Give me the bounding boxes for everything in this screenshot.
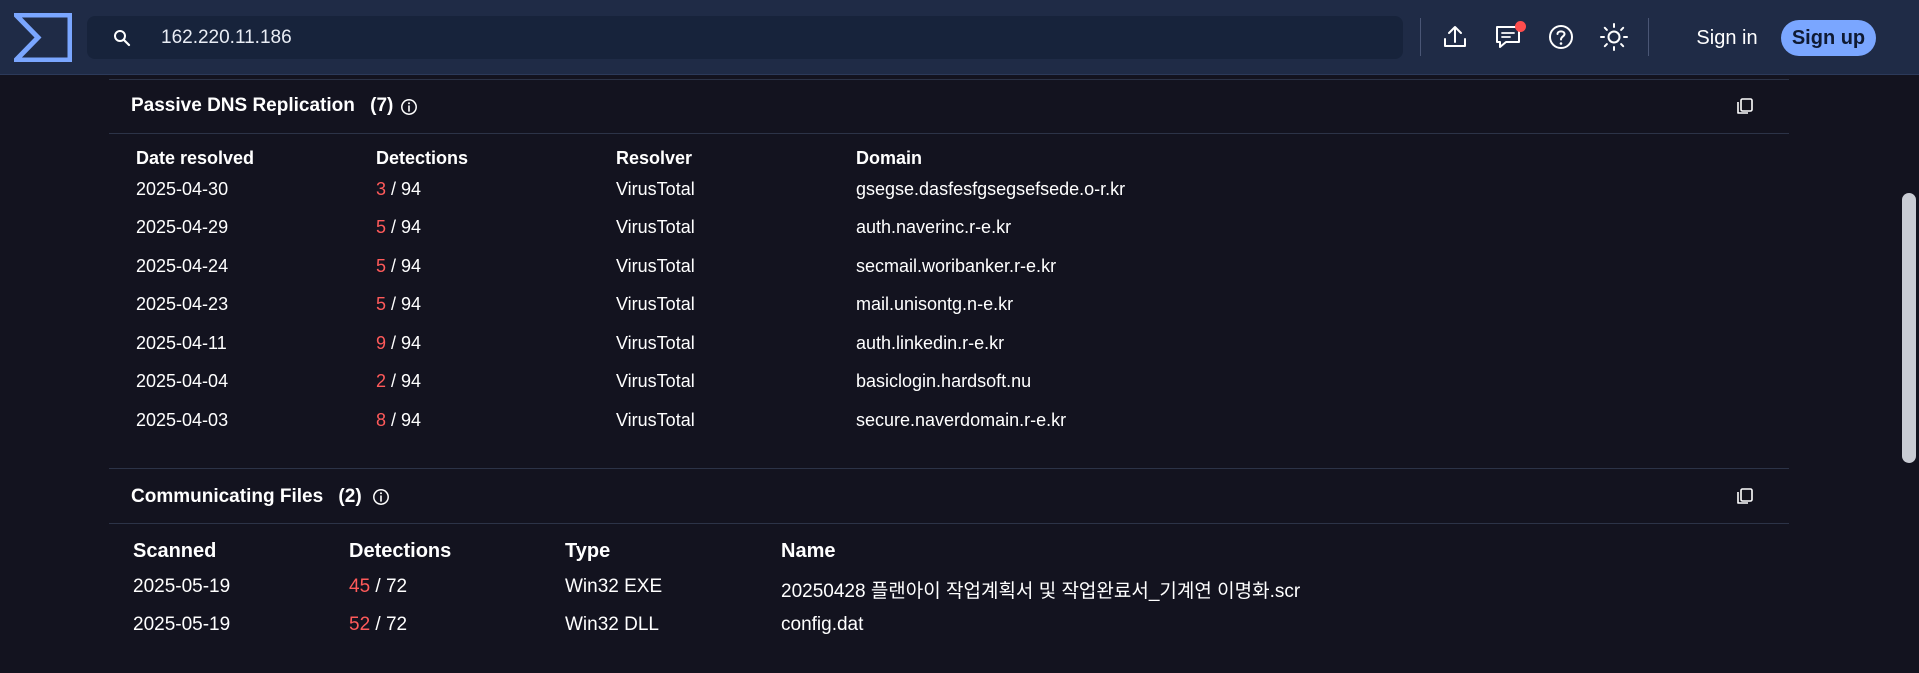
resolver-cell: VirusTotal — [616, 256, 695, 276]
scanned-cell: 2025-05-19 — [133, 576, 231, 597]
file-name-link[interactable]: config.dat — [781, 614, 863, 636]
table-row: 2025-04-03 8 / 94 VirusTotal secure.nave… — [0, 410, 1919, 440]
detections-cell[interactable]: 52 / 72 — [349, 614, 407, 636]
section-title-text: Communicating Files — [131, 486, 324, 507]
domain-link[interactable]: gsegse.dasfesfgsegsefsede.o-r.kr — [856, 179, 1125, 200]
date-cell: 2025-04-24 — [136, 256, 229, 276]
detections-cell[interactable]: 3 / 94 — [376, 179, 421, 200]
scanned-cell: 2025-05-19 — [133, 614, 231, 635]
resolver-cell: VirusTotal — [616, 294, 695, 314]
file-name-link[interactable]: 20250428 플랜아이 작업계획서 및 작업완료서_기계연 이명화.scr — [781, 576, 1300, 603]
table-row: 2025-04-04 2 / 94 VirusTotal basiclogin.… — [0, 371, 1919, 401]
resolver-cell: VirusTotal — [616, 410, 695, 430]
search-bar[interactable] — [87, 16, 1403, 59]
detection-total: / 94 — [391, 371, 422, 391]
detection-total: / 94 — [391, 256, 422, 276]
section-title-text: Passive DNS Replication — [131, 95, 355, 116]
scrollbar-thumb[interactable] — [1902, 193, 1916, 463]
resolver-cell: VirusTotal — [616, 371, 695, 391]
upload-icon[interactable] — [1439, 21, 1471, 53]
help-icon[interactable] — [1545, 21, 1577, 53]
toolbar-divider — [1420, 18, 1421, 56]
section-divider — [109, 468, 1789, 469]
passive-dns-title: Passive DNS Replication (7) — [131, 95, 393, 117]
notification-dot — [1515, 21, 1526, 32]
communicating-files-title: Communicating Files (2) — [131, 486, 362, 508]
detections-cell[interactable]: 5 / 94 — [376, 294, 421, 315]
copy-icon[interactable] — [1736, 97, 1754, 115]
section-count: (2) — [338, 486, 362, 507]
column-header: Domain — [856, 148, 923, 168]
detection-total: / 72 — [375, 614, 408, 635]
detection-count: 3 — [376, 179, 387, 199]
detection-total: / 94 — [391, 217, 422, 237]
section-divider — [109, 133, 1789, 134]
resolver-cell: VirusTotal — [616, 333, 695, 353]
detections-cell[interactable]: 9 / 94 — [376, 333, 421, 354]
info-icon[interactable] — [400, 98, 418, 116]
detection-total: / 94 — [391, 179, 422, 199]
detection-count: 5 — [376, 217, 387, 237]
detection-total: / 94 — [391, 294, 422, 314]
section-divider — [109, 523, 1789, 524]
copy-icon[interactable] — [1736, 487, 1754, 505]
date-cell: 2025-04-11 — [136, 333, 227, 353]
column-header: Date resolved — [136, 148, 255, 168]
detection-count: 2 — [376, 371, 387, 391]
section-count: (7) — [370, 95, 394, 116]
domain-link[interactable]: secure.naverdomain.r-e.kr — [856, 410, 1066, 431]
detections-cell[interactable]: 5 / 94 — [376, 256, 421, 277]
search-icon — [114, 30, 131, 47]
column-header: Type — [565, 540, 611, 562]
column-header: Detections — [376, 148, 469, 168]
virustotal-logo-icon[interactable] — [14, 13, 72, 62]
table-row: 2025-05-19 52 / 72 Win32 DLL config.dat — [0, 614, 1919, 644]
date-cell: 2025-04-29 — [136, 217, 229, 237]
detection-count: 5 — [376, 294, 387, 314]
info-icon[interactable] — [372, 488, 390, 506]
column-header: Detections — [349, 540, 452, 562]
domain-link[interactable]: mail.unisontg.n-e.kr — [856, 294, 1013, 315]
date-cell: 2025-04-23 — [136, 294, 229, 314]
search-input[interactable] — [161, 16, 1381, 59]
column-header: Scanned — [133, 540, 217, 562]
detection-total: / 72 — [375, 576, 408, 597]
sign-in-button[interactable]: Sign in — [1672, 20, 1782, 56]
resolver-cell: VirusTotal — [616, 179, 695, 199]
detection-count: 8 — [376, 410, 387, 430]
date-cell: 2025-04-04 — [136, 371, 229, 391]
sign-up-button[interactable]: Sign up — [1781, 20, 1876, 56]
date-cell: 2025-04-03 — [136, 410, 229, 430]
domain-link[interactable]: auth.linkedin.r-e.kr — [856, 333, 1004, 354]
table-row: 2025-04-24 5 / 94 VirusTotal secmail.wor… — [0, 256, 1919, 286]
detection-count: 45 — [349, 576, 371, 597]
table-row: 2025-04-23 5 / 94 VirusTotal mail.unison… — [0, 294, 1919, 324]
column-header: Name — [781, 540, 836, 562]
type-cell: Win32 DLL — [565, 614, 659, 635]
resolver-cell: VirusTotal — [616, 217, 695, 237]
detections-cell[interactable]: 5 / 94 — [376, 217, 421, 238]
table-row: 2025-05-19 45 / 72 Win32 EXE 20250428 플랜… — [0, 576, 1919, 606]
column-header: Resolver — [616, 148, 693, 168]
detections-cell[interactable]: 8 / 94 — [376, 410, 421, 431]
domain-link[interactable]: basiclogin.hardsoft.nu — [856, 371, 1031, 392]
detections-cell[interactable]: 2 / 94 — [376, 371, 421, 392]
top-bar: Sign in Sign up — [0, 0, 1919, 75]
toolbar-divider — [1648, 18, 1649, 56]
table-row: 2025-04-11 9 / 94 VirusTotal auth.linked… — [0, 333, 1919, 363]
domain-link[interactable]: secmail.woribanker.r-e.kr — [856, 256, 1056, 277]
detection-total: / 94 — [391, 410, 422, 430]
table-row: 2025-04-29 5 / 94 VirusTotal auth.naveri… — [0, 217, 1919, 247]
sun-icon[interactable] — [1598, 21, 1630, 53]
detections-cell[interactable]: 45 / 72 — [349, 576, 407, 598]
detection-count: 52 — [349, 614, 371, 635]
detection-count: 5 — [376, 256, 387, 276]
domain-link[interactable]: auth.naverinc.r-e.kr — [856, 217, 1011, 238]
date-cell: 2025-04-30 — [136, 179, 229, 199]
type-cell: Win32 EXE — [565, 576, 663, 597]
section-divider — [109, 79, 1789, 80]
detection-count: 9 — [376, 333, 387, 353]
table-row: 2025-04-30 3 / 94 VirusTotal gsegse.dasf… — [0, 179, 1919, 209]
detection-total: / 94 — [391, 333, 422, 353]
